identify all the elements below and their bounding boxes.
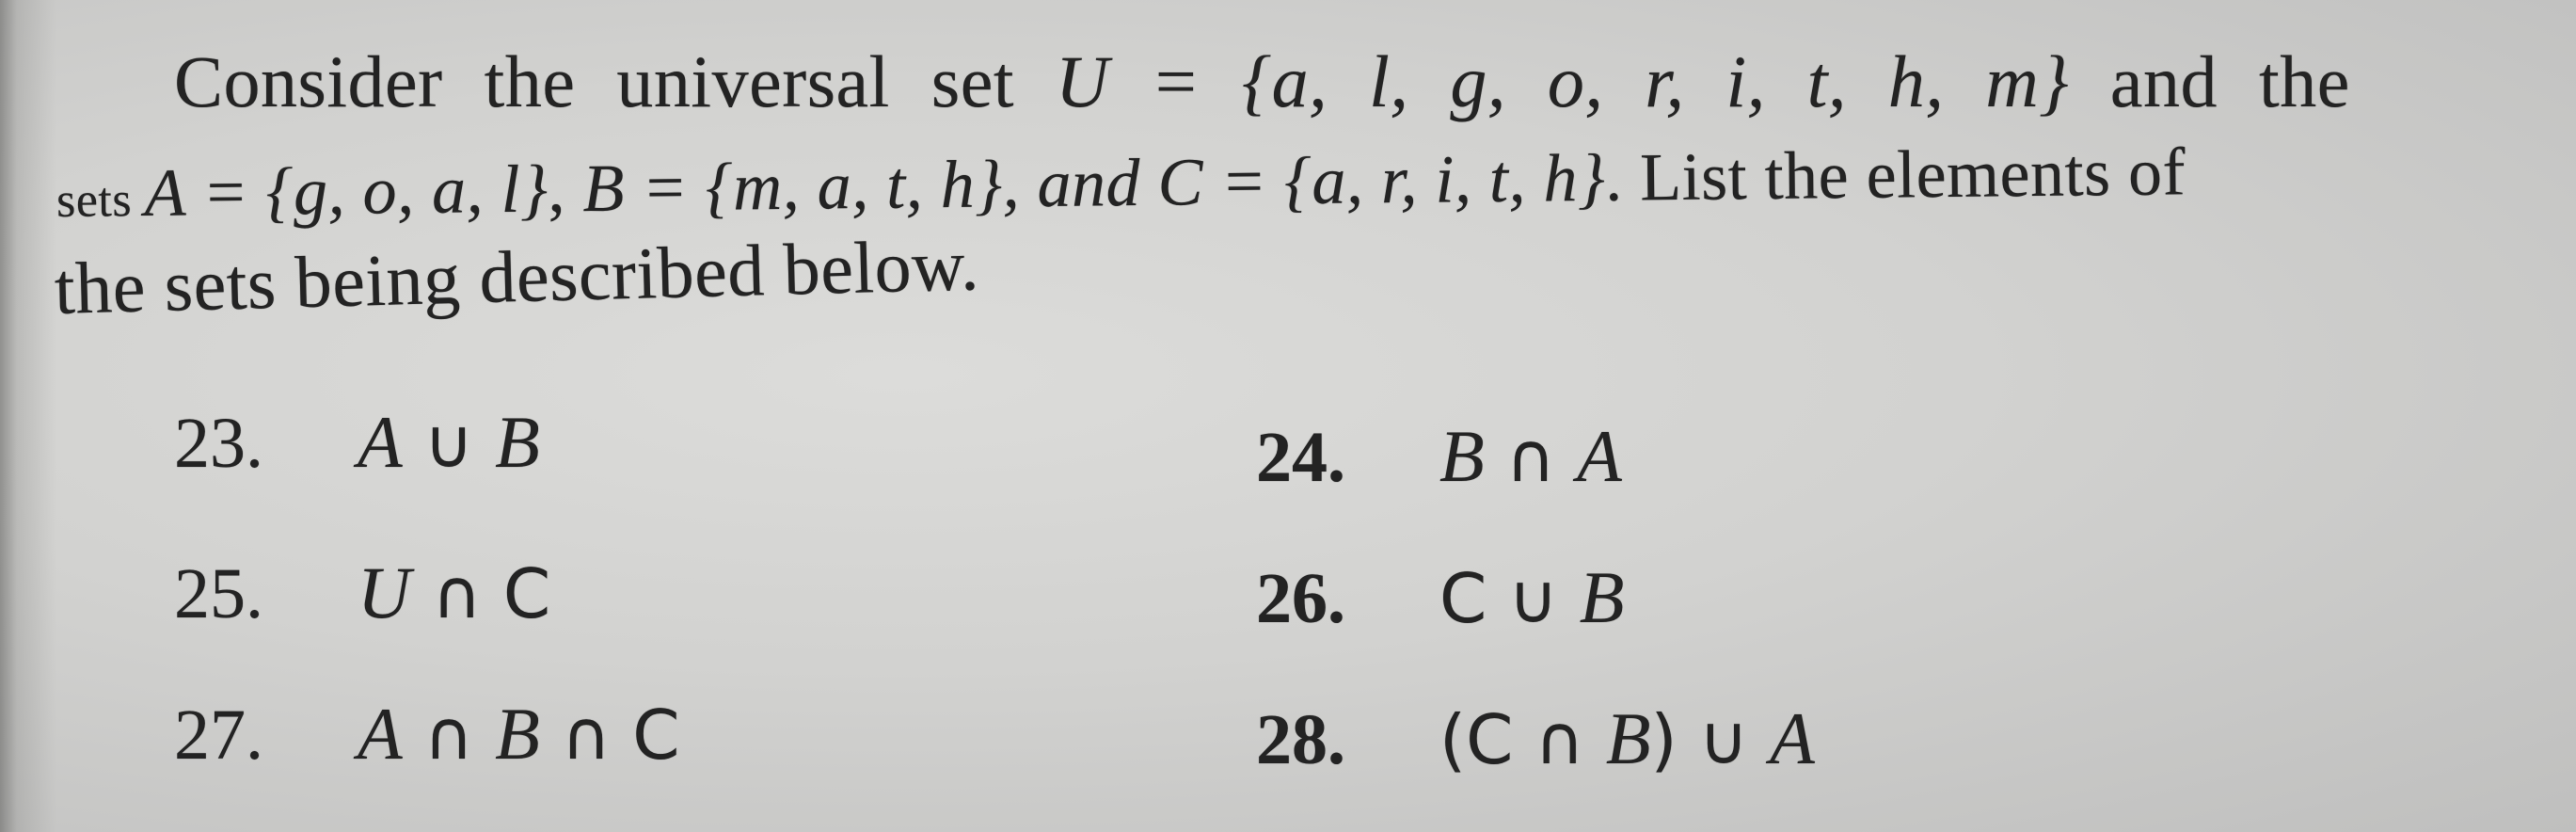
set-operator: ∩ bbox=[402, 696, 496, 775]
exercise-number: 23. bbox=[174, 404, 263, 483]
set-operator: ∩ bbox=[1484, 418, 1578, 497]
set-a-definition: A = {g, o, a, l} bbox=[144, 151, 549, 232]
set-variable: C bbox=[502, 554, 551, 633]
set-operator: ∪ bbox=[402, 404, 496, 483]
exercise-25: 25. U ∩ C bbox=[174, 551, 550, 635]
set-operator: ∩ bbox=[539, 696, 633, 775]
textbook-page: Consider the universal set U = {a, l, g,… bbox=[0, 0, 2576, 832]
set-variable: A bbox=[358, 401, 403, 483]
exercise-23: 23. A ∪ B bbox=[174, 400, 540, 485]
set-variable: A bbox=[1577, 415, 1622, 497]
intro-line-3: the sets being described below. bbox=[54, 222, 980, 331]
exercise-number: 26. bbox=[1256, 559, 1345, 638]
set-variable: B bbox=[1605, 697, 1651, 779]
instruction-text-end: the sets being described below. bbox=[53, 223, 980, 329]
universal-set-definition: = {a, l, g, o, r, i, t, h, m} bbox=[1108, 40, 2069, 122]
set-variable: (C bbox=[1439, 700, 1514, 779]
instruction-text: . List the elements of bbox=[1604, 134, 2186, 216]
set-variable: B bbox=[1439, 415, 1485, 497]
intro-text: Consider the universal set bbox=[174, 40, 1056, 122]
exercise-28: 28. (C ∩ B) ∪ A bbox=[1256, 696, 1815, 781]
separator: , bbox=[547, 151, 583, 227]
universal-set-name: U bbox=[1056, 40, 1109, 122]
exercise-expression: B ∩ A bbox=[1439, 414, 1622, 499]
exercise-number: 27. bbox=[174, 696, 263, 775]
intro-line-1: Consider the universal set U = {a, l, g,… bbox=[174, 40, 2350, 124]
separator-and: , and bbox=[1002, 144, 1158, 222]
set-variable: A bbox=[1770, 697, 1815, 779]
exercise-26: 26. C ∪ B bbox=[1256, 555, 1624, 640]
exercise-24: 24. B ∩ A bbox=[1256, 414, 1622, 499]
set-operator: ∩ bbox=[410, 554, 503, 633]
set-variable: B bbox=[1579, 556, 1625, 638]
exercise-number: 28. bbox=[1256, 700, 1345, 779]
set-c-definition: C = {a, r, i, t, h} bbox=[1157, 139, 1606, 220]
set-operator: ∪ bbox=[1487, 559, 1580, 638]
exercise-number: 25. bbox=[174, 554, 263, 633]
intro-text-tail: and the bbox=[2068, 40, 2350, 122]
set-variable: U bbox=[358, 552, 411, 633]
set-b-definition: B = {m, a, t, h} bbox=[581, 146, 1003, 227]
exercise-expression: A ∪ B bbox=[358, 400, 540, 485]
exercise-expression: A ∩ B ∩ C bbox=[358, 692, 680, 776]
set-variable: C bbox=[632, 696, 680, 775]
exercise-number: 24. bbox=[1256, 418, 1345, 497]
exercise-expression: C ∪ B bbox=[1439, 555, 1624, 640]
set-variable: C bbox=[1439, 559, 1487, 638]
set-operator: ) ∪ bbox=[1650, 700, 1771, 779]
set-variable: B bbox=[495, 693, 540, 775]
set-variable: A bbox=[358, 693, 403, 775]
set-operator: ∩ bbox=[1513, 700, 1606, 779]
intro-sets-word: sets bbox=[56, 173, 145, 228]
set-variable: B bbox=[495, 401, 540, 483]
exercise-expression: U ∩ C bbox=[358, 551, 550, 635]
exercise-expression: (C ∩ B) ∪ A bbox=[1439, 696, 1815, 781]
exercise-27: 27. A ∩ B ∩ C bbox=[174, 692, 680, 776]
intro-line-2: sets A = {g, o, a, l}, B = {m, a, t, h},… bbox=[56, 133, 2186, 233]
